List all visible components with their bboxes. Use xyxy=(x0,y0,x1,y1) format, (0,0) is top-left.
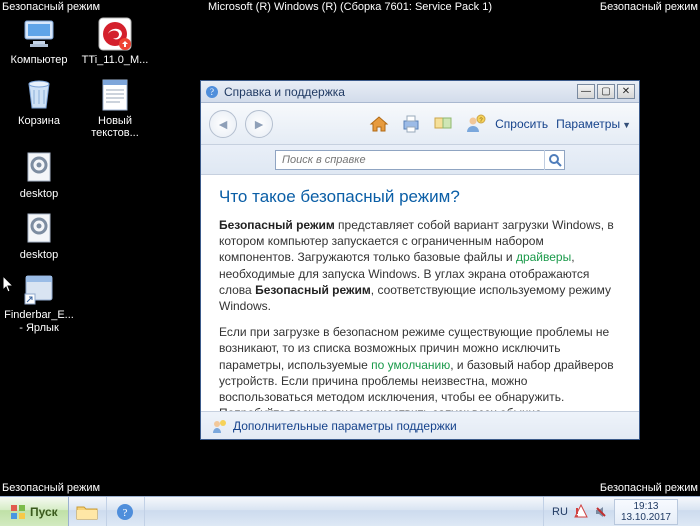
desktop-icon-tti[interactable]: TTi_11.0_M... xyxy=(80,16,150,67)
safe-mode-label-bottom-right: Безопасный режим xyxy=(600,482,698,494)
taskbar-explorer-button[interactable] xyxy=(69,497,107,526)
action-center-icon[interactable] xyxy=(574,504,588,520)
volume-icon[interactable] xyxy=(594,505,608,519)
desktop-icon-label: desktop xyxy=(20,249,59,262)
help-content: Что такое безопасный режим? Безопасный р… xyxy=(201,175,639,411)
window-title: Справка и поддержка xyxy=(224,85,345,99)
clock-date: 13.10.2017 xyxy=(621,512,671,523)
windows-build-label: Microsoft (R) Windows (R) (Сборка 7601: … xyxy=(208,1,492,13)
help-toolbar: ◄ ► ? Спросить Параметры▼ xyxy=(201,103,639,145)
safe-mode-label-top-left: Безопасный режим xyxy=(2,1,100,13)
search-icon[interactable] xyxy=(544,150,564,170)
help-paragraph-2: Если при загрузке в безопасном режиме су… xyxy=(219,324,621,411)
trend-app-icon xyxy=(97,16,133,52)
recycle-bin-icon xyxy=(21,77,57,113)
language-indicator[interactable]: RU xyxy=(552,506,568,518)
desktop-icon-desktop-ini-1[interactable]: desktop xyxy=(4,150,74,201)
taskbar-clock[interactable]: 19:13 13.10.2017 xyxy=(614,499,678,525)
desktop-grid: Компьютер TTi_11.0_M... Корзина Новый те… xyxy=(4,16,150,334)
start-label: Пуск xyxy=(30,505,58,519)
desktop-icon-label: Новый текстов... xyxy=(80,115,150,140)
ini-gear-icon xyxy=(21,211,57,247)
nav-back-button[interactable]: ◄ xyxy=(209,110,237,138)
taskbar: Пуск ? RU 19:13 13.10.2017 xyxy=(0,496,700,526)
browse-icon[interactable] xyxy=(431,112,455,136)
desktop-icon-label: TTi_11.0_M... xyxy=(82,54,149,67)
safe-mode-label-top-right: Безопасный режим xyxy=(600,1,698,13)
ask-link[interactable]: Спросить xyxy=(495,117,548,131)
taskbar-help-button[interactable]: ? xyxy=(107,497,145,526)
nav-forward-button[interactable]: ► xyxy=(245,110,273,138)
desktop-icon-label: Компьютер xyxy=(11,54,68,67)
help-search-input[interactable] xyxy=(276,154,544,166)
svg-text:?: ? xyxy=(123,507,128,519)
system-tray: RU 19:13 13.10.2017 xyxy=(543,497,700,526)
window-maximize-button[interactable]: ▢ xyxy=(597,84,615,99)
svg-text:?: ? xyxy=(210,87,214,97)
shortcut-icon xyxy=(21,271,57,307)
ask-person-icon[interactable]: ? xyxy=(463,112,487,136)
desktop-icon-label: Finderbar_E... - Ярлык xyxy=(4,309,74,334)
window-minimize-button[interactable]: — xyxy=(577,84,595,99)
desktop-icon-finderbar-shortcut[interactable]: Finderbar_E... - Ярлык xyxy=(4,271,74,334)
default-link[interactable]: по умолчанию xyxy=(371,358,450,372)
home-icon[interactable] xyxy=(367,112,391,136)
desktop-icon-label: desktop xyxy=(20,188,59,201)
desktop-icon-label: Корзина xyxy=(18,115,60,128)
computer-icon xyxy=(21,16,57,52)
windows-logo-icon xyxy=(10,504,26,520)
start-button[interactable]: Пуск xyxy=(0,497,69,526)
desktop-icon-computer[interactable]: Компьютер xyxy=(4,16,74,67)
drivers-link[interactable]: драйверы xyxy=(516,250,571,264)
support-options-icon xyxy=(211,418,227,434)
options-dropdown[interactable]: Параметры▼ xyxy=(556,117,631,131)
folder-icon xyxy=(76,503,98,521)
desktop-icon-desktop-ini-2[interactable]: desktop xyxy=(4,211,74,262)
help-search-bar xyxy=(201,145,639,175)
help-taskbar-icon: ? xyxy=(116,503,134,521)
print-icon[interactable] xyxy=(399,112,423,136)
chevron-down-icon: ▼ xyxy=(622,120,631,130)
help-heading: Что такое безопасный режим? xyxy=(219,187,621,207)
help-support-window: ? Справка и поддержка — ▢ ✕ ◄ ► ? Спроси… xyxy=(200,80,640,440)
window-titlebar[interactable]: ? Справка и поддержка — ▢ ✕ xyxy=(201,81,639,103)
help-footer-label: Дополнительные параметры поддержки xyxy=(233,419,457,433)
help-title-icon: ? xyxy=(205,85,219,99)
clock-time: 19:13 xyxy=(621,501,671,512)
help-paragraph-1: Безопасный режим представляет собой вари… xyxy=(219,217,621,314)
text-file-icon xyxy=(97,77,133,113)
help-footer[interactable]: Дополнительные параметры поддержки xyxy=(201,411,639,439)
desktop-icon-notepad[interactable]: Новый текстов... xyxy=(80,77,150,140)
help-search-box xyxy=(275,150,565,170)
safe-mode-label-bottom-left: Безопасный режим xyxy=(2,482,100,494)
desktop-icon-recycle-bin[interactable]: Корзина xyxy=(4,77,74,140)
window-close-button[interactable]: ✕ xyxy=(617,84,635,99)
ini-gear-icon xyxy=(21,150,57,186)
